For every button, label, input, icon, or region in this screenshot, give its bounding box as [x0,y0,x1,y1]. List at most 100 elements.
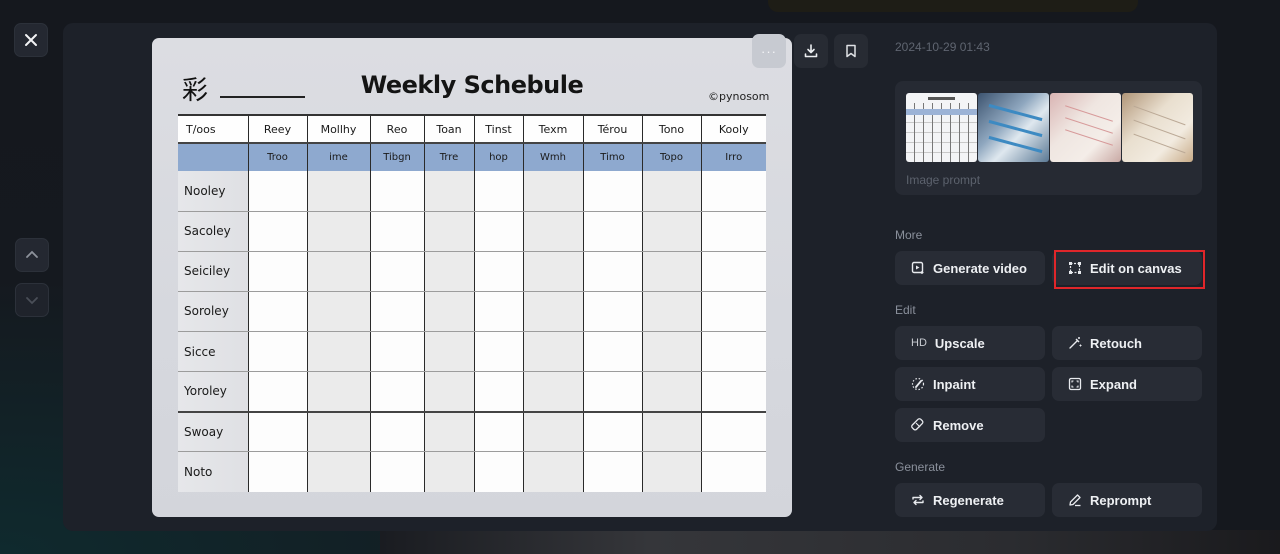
schedule-cell [641,291,702,333]
header-cell: Térou [582,113,643,145]
schedule-cell [700,251,766,292]
schedule-cell [369,171,425,212]
retouch-button[interactable]: Retouch [1052,326,1202,360]
schedule-cell [473,291,524,333]
thumbnail-1[interactable] [906,93,977,162]
schedule-cell [522,331,584,373]
schedule-cell [423,211,475,252]
thumbnail-3[interactable] [1050,93,1121,162]
schedule-cell [306,451,371,492]
generated-image[interactable]: 彩 Weekly Schebule ©pynosom T/oos Reey Mo… [152,38,792,517]
schedule-cell [700,451,766,492]
schedule-cell [247,411,308,453]
schedule-copyright: ©pynosom [708,90,770,103]
previous-button[interactable] [15,238,49,272]
schedule-row: Nooley [178,171,766,212]
eraser-icon [911,418,925,432]
schedule-cell [522,171,584,212]
header-cell: Tinst [473,113,524,145]
header-cell: Kooly [700,113,766,145]
header-cell: Texm [522,113,584,145]
bookmark-icon [846,44,856,58]
schedule-row: Swoay [178,411,766,453]
schedule-cell [423,411,475,453]
schedule-cell [423,291,475,333]
remove-button[interactable]: Remove [895,408,1045,442]
section-more-label: More [895,228,923,242]
schedule-cell [473,251,524,292]
schedule-cell [423,451,475,492]
reprompt-label: Reprompt [1090,492,1152,508]
row-label: Noto [178,451,249,492]
schedule-cell [582,371,643,413]
schedule-cell [247,371,308,413]
more-horizontal-icon: ··· [761,43,777,59]
schedule-cell [641,371,702,413]
schedule-cell [582,291,643,333]
schedule-cell [423,171,475,212]
schedule-cell [369,331,425,373]
upscale-button[interactable]: HD Upscale [895,326,1045,360]
subheader-cell: Troo [247,143,308,172]
schedule-cell [247,331,308,373]
schedule-cell [423,371,475,413]
schedule-row: Sacoley [178,211,766,252]
magic-wand-icon [1068,336,1082,350]
subheader-cell: Trre [423,143,475,172]
section-generate-label: Generate [895,460,946,474]
subheader-cell: Irro [700,143,766,172]
schedule-cell [473,171,524,212]
next-button[interactable] [15,283,49,317]
header-cell: Reo [369,113,425,145]
close-icon [25,34,37,46]
schedule-cell [423,331,475,373]
row-label: Soroley [178,291,249,333]
schedule-cell [423,251,475,292]
schedule-cell [247,171,308,212]
image-prompt-label: Image prompt [906,173,981,187]
expand-button[interactable]: Expand [1052,367,1202,401]
header-cell: T/oos [178,113,249,145]
schedule-cell [582,331,643,373]
regenerate-button[interactable]: Regenerate [895,483,1045,517]
schedule-cell [522,371,584,413]
schedule-cell [700,211,766,252]
schedule-cell [700,291,766,333]
subheader-cell [178,143,249,172]
generate-video-button[interactable]: Generate video [895,251,1045,285]
inpaint-button[interactable]: Inpaint [895,367,1045,401]
schedule-cell [306,171,371,212]
row-label: Seiciley [178,251,249,292]
upscale-label: Upscale [934,335,985,351]
row-label: Swoay [178,411,249,453]
download-button[interactable] [794,34,828,68]
edit-on-canvas-button[interactable]: Edit on canvas [1052,251,1202,285]
schedule-row: Soroley [178,291,766,333]
schedule-cell [700,371,766,413]
schedule-title: Weekly Schebule [360,71,584,99]
schedule-cell [641,211,702,252]
schedule-cell [369,411,425,453]
brush-icon [911,377,925,391]
more-options-button[interactable]: ··· [752,34,786,68]
schedule-table: T/oos Reey Mollhy Reo Toan Tinst Texm Té… [178,113,766,492]
thumbnail-4[interactable] [1122,93,1193,162]
schedule-cell [641,251,702,292]
subheader-cell: hop [473,143,524,172]
reprompt-button[interactable]: Reprompt [1052,483,1202,517]
section-edit-label: Edit [895,303,916,317]
refresh-icon [911,493,925,507]
bookmark-button[interactable] [834,34,868,68]
schedule-cell [522,211,584,252]
created-timestamp: 2024-10-29 01:43 [895,40,990,54]
schedule-cell [306,251,371,292]
schedule-cell [369,451,425,492]
close-button[interactable] [14,23,48,57]
header-cell: Reey [247,113,308,145]
schedule-cell [641,331,702,373]
thumbnail-2[interactable] [978,93,1049,162]
subheader-cell: ime [306,143,371,172]
schedule-cell [306,331,371,373]
schedule-cell [306,371,371,413]
canvas-frame-icon [1068,261,1082,275]
